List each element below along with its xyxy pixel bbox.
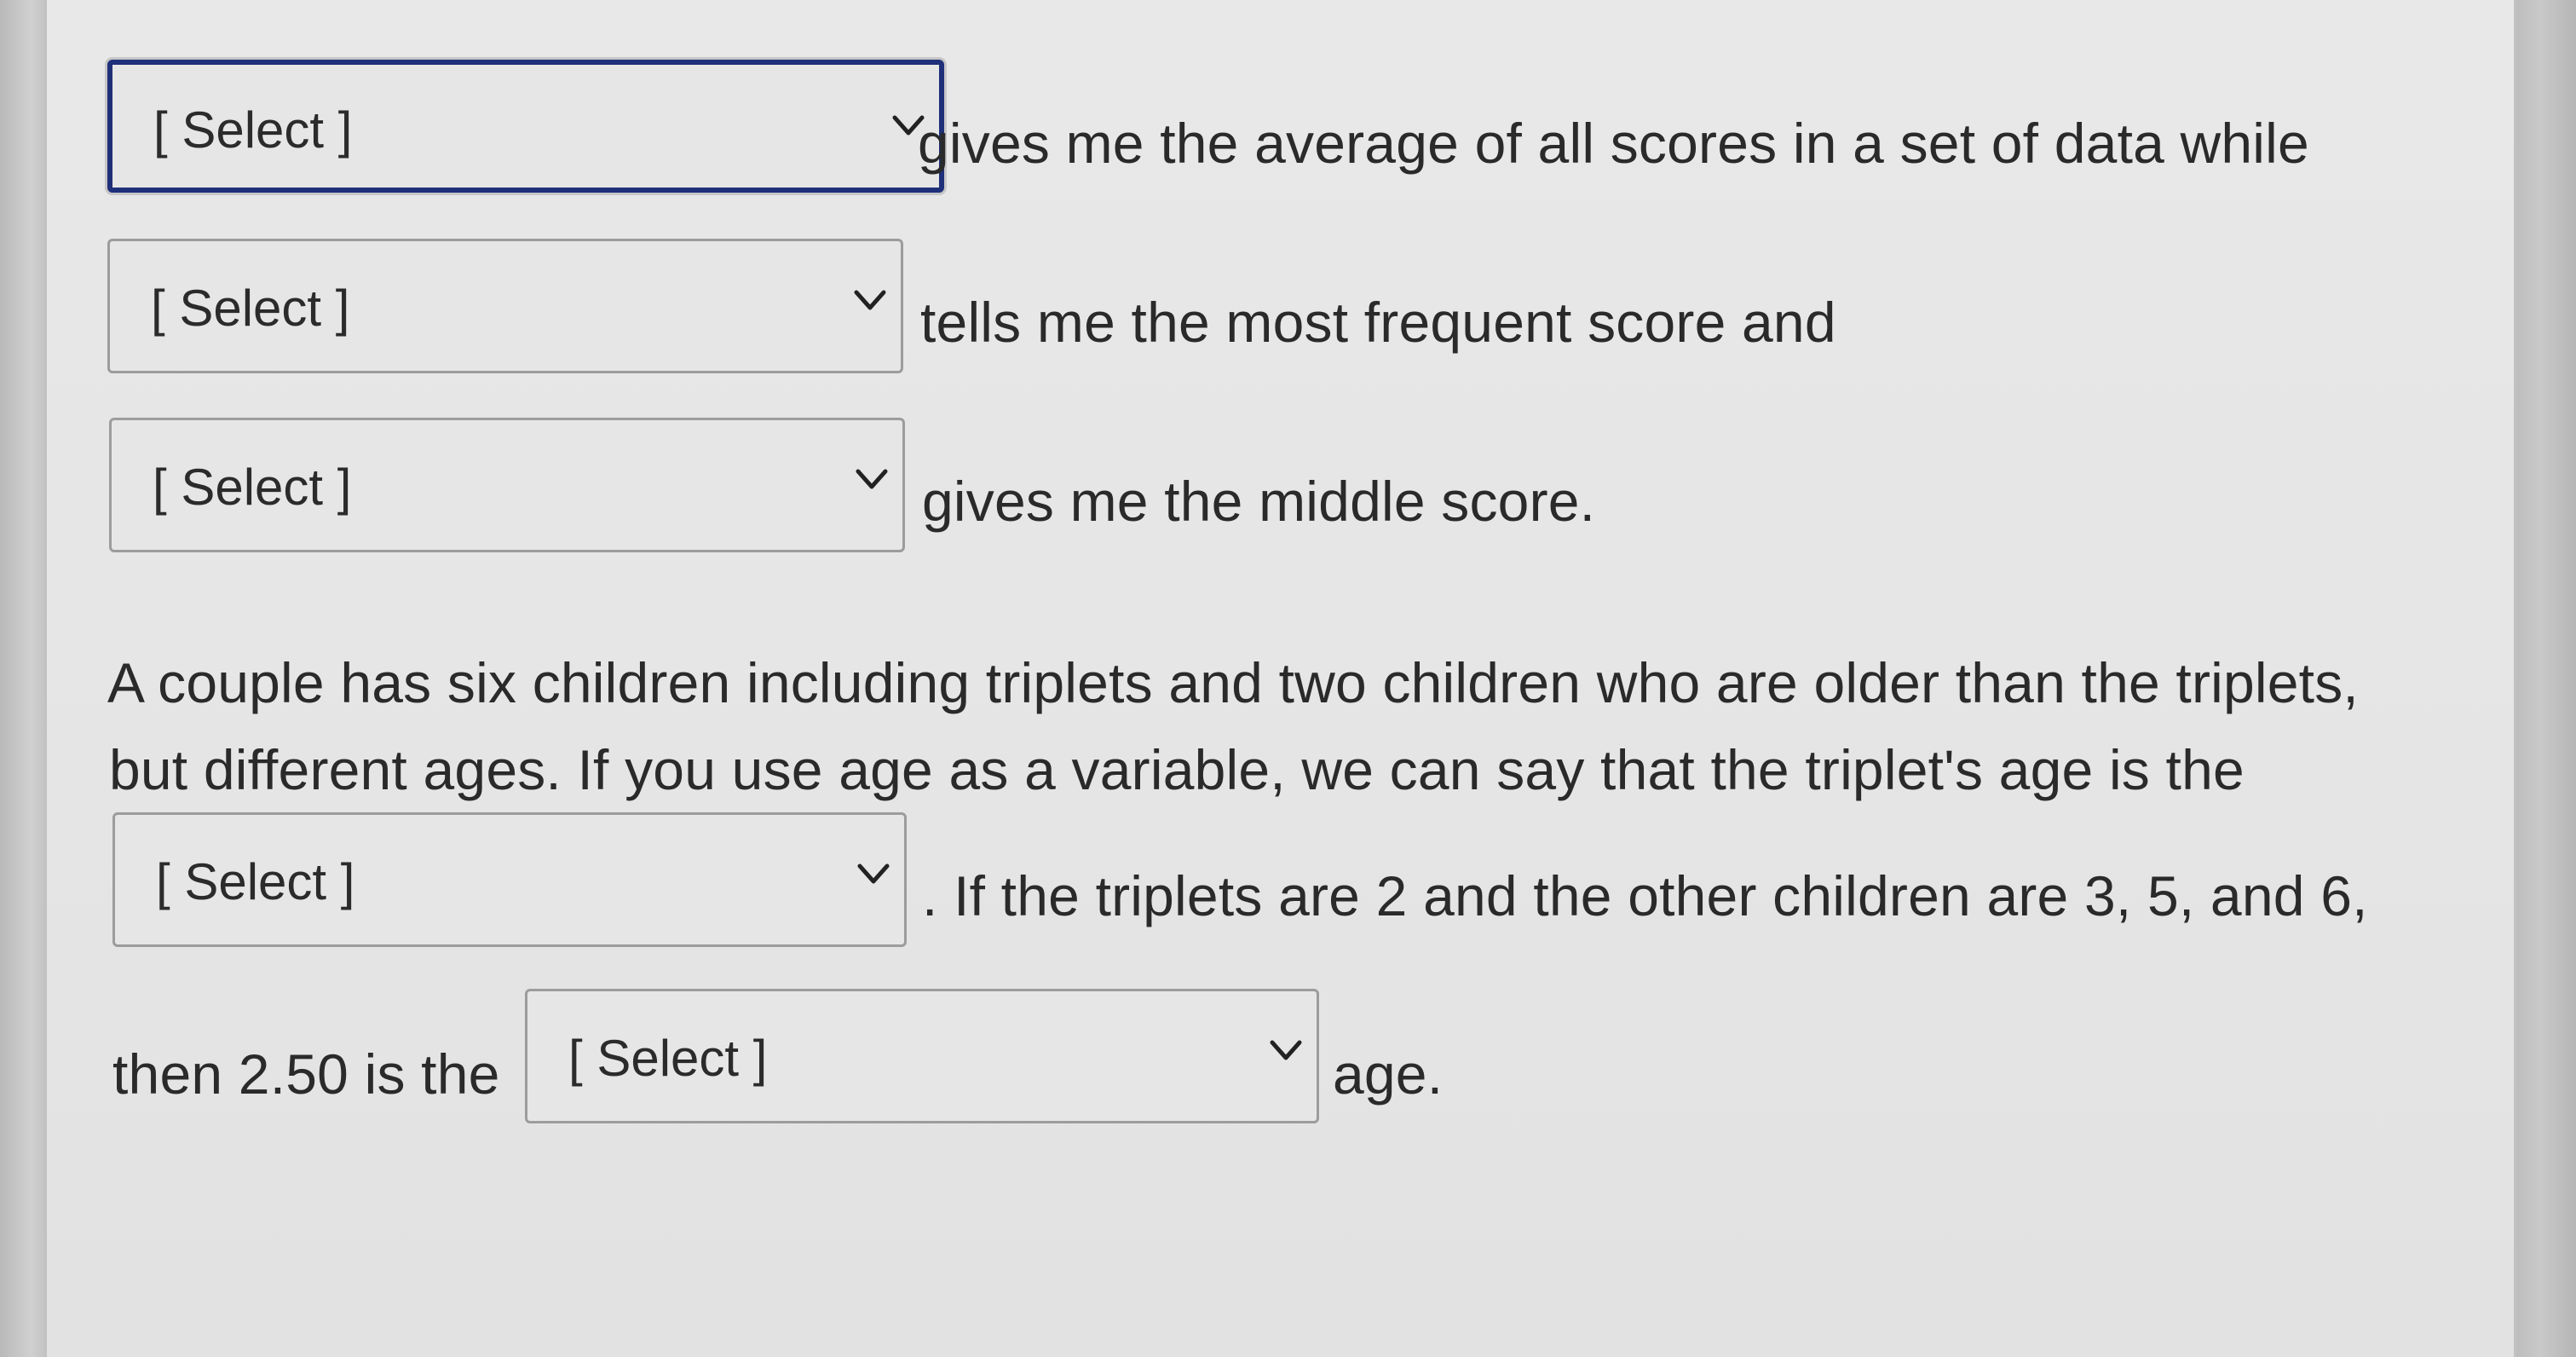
sentence-average: gives me the average of all scores in a … bbox=[918, 112, 2309, 175]
sentence-then: then 2.50 is the bbox=[112, 1042, 500, 1106]
select-median[interactable]: [ Select ] bbox=[109, 418, 905, 552]
sentence-mode: tells me the most frequent score and bbox=[920, 291, 1836, 354]
select-average[interactable]: [ Select ] bbox=[107, 60, 944, 193]
paragraph-line-2: but different ages. If you use age as a … bbox=[109, 738, 2245, 801]
sentence-age-end: age. bbox=[1333, 1042, 1444, 1106]
select-average-value: [ Select ] bbox=[153, 101, 353, 159]
quiz-page: [ Select ] gives me the average of all s… bbox=[44, 0, 2516, 1357]
select-triplet-age[interactable]: [ Select ] bbox=[112, 812, 907, 947]
sentence-median: gives me the middle score. bbox=[922, 470, 1596, 533]
select-mode-value: [ Select ] bbox=[151, 280, 350, 337]
sentence-triplet-values: . If the triplets are 2 and the other ch… bbox=[922, 864, 2368, 927]
chevron-down-icon bbox=[1270, 1040, 1302, 1060]
select-triplet-age-value: [ Select ] bbox=[156, 853, 355, 910]
select-age-type[interactable]: [ Select ] bbox=[525, 989, 1319, 1123]
select-median-value: [ Select ] bbox=[153, 459, 352, 516]
chevron-down-icon bbox=[856, 469, 888, 489]
chevron-down-icon bbox=[854, 290, 886, 310]
paragraph-line-1: A couple has six children including trip… bbox=[107, 651, 2359, 714]
select-age-type-value: [ Select ] bbox=[568, 1030, 768, 1087]
chevron-down-icon bbox=[857, 863, 890, 884]
screen-bezel-right bbox=[2516, 0, 2576, 1357]
select-mode[interactable]: [ Select ] bbox=[107, 239, 903, 373]
screen-bezel-left bbox=[0, 0, 44, 1357]
